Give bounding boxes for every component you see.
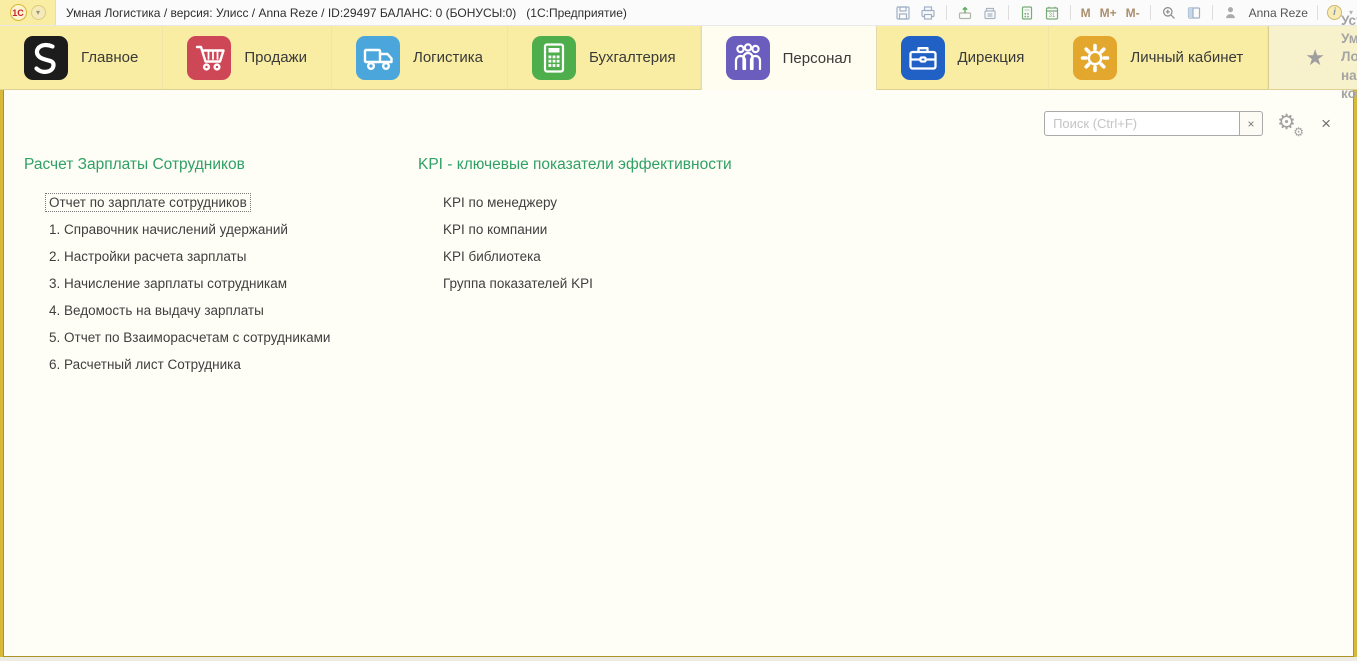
tab-label: Персонал xyxy=(782,49,852,67)
svg-text:31: 31 xyxy=(1048,13,1055,19)
tab-buhgalteriya[interactable]: Бухгалтерия xyxy=(508,26,701,89)
list-item: 3. Начисление зарплаты сотрудникам xyxy=(24,270,362,297)
tab-glavnoe[interactable]: Главное xyxy=(0,26,164,89)
main-menu-dropdown[interactable]: ▾ xyxy=(30,5,46,20)
tab-label: Логистика xyxy=(412,49,483,66)
star-icon: ★ xyxy=(1305,44,1325,70)
module-ribbon: Главное Продажи Логистика Бухгалтерия Пе… xyxy=(0,13,1357,101)
menu-list: Отчет по зарплате сотрудников 1. Справоч… xyxy=(24,189,362,378)
save-icon[interactable] xyxy=(894,4,912,22)
search-input[interactable] xyxy=(1044,111,1241,136)
tab-prodazhi[interactable]: Продажи xyxy=(163,26,332,89)
list-item: Отчет по зарплате сотрудников xyxy=(24,189,362,216)
chevron-down-icon: ▾ xyxy=(35,8,40,17)
memory-m-button[interactable]: M xyxy=(1080,6,1092,20)
search-box: × xyxy=(1044,111,1264,136)
window-bottom-edge xyxy=(0,657,1357,661)
1c-logo[interactable]: 1С xyxy=(9,4,27,21)
title-bar: 1С ▾ Умная Логистика / версия: Улисс / A… xyxy=(0,0,1357,26)
search-clear-button[interactable]: × xyxy=(1240,111,1264,136)
list-item: 4. Ведомость на выдачу зарплаты xyxy=(24,297,362,324)
menu-link-salary-accrual[interactable]: 3. Начисление зарплаты сотрудникам xyxy=(49,276,287,291)
list-item: KPI библиотека xyxy=(418,243,732,270)
menu-link-kpi-group[interactable]: Группа показателей KPI xyxy=(443,276,593,291)
list-item: 2. Настройки расчета зарплаты xyxy=(24,243,362,270)
current-user-label[interactable]: Anna Reze xyxy=(1249,6,1308,20)
panel-close-button[interactable]: × xyxy=(1317,114,1335,134)
people-group-icon xyxy=(725,36,770,80)
list-item: 6. Расчетный лист Сотрудника xyxy=(24,351,362,378)
menu-columns: Расчет Зарплаты Сотрудников Отчет по зар… xyxy=(4,136,1353,378)
menu-link-kpi-library[interactable]: KPI библиотека xyxy=(443,249,541,264)
tab-lichnyj-kabinet[interactable]: Личный кабинет xyxy=(1049,26,1269,89)
tab-label: Дирекция xyxy=(957,49,1025,66)
calculator-icon xyxy=(532,35,576,80)
clear-x-icon: × xyxy=(1247,116,1255,131)
list-item: Группа показателей KPI xyxy=(418,270,732,297)
tab-personal[interactable]: Персонал xyxy=(700,26,877,90)
list-item: KPI по компании xyxy=(418,216,732,243)
panel-toolbar: × ⚙ ⚙ × xyxy=(4,90,1353,139)
menu-list: KPI по менеджеру KPI по компании KPI биб… xyxy=(418,189,732,297)
gear-small-icon: ⚙ xyxy=(1293,124,1305,139)
tab-logistika[interactable]: Логистика xyxy=(332,26,508,89)
calculator-icon[interactable] xyxy=(1018,4,1036,22)
user-icon xyxy=(1222,4,1240,22)
function-menu-panel: × ⚙ ⚙ × Расчет Зарплаты Сотрудников Отче… xyxy=(3,90,1354,657)
menu-link-payslip[interactable]: 6. Расчетный лист Сотрудника xyxy=(49,357,241,372)
info-icon[interactable]: i xyxy=(1326,5,1342,20)
calendar-icon[interactable]: 31 xyxy=(1043,4,1061,22)
panel-settings-button[interactable]: ⚙ ⚙ xyxy=(1277,110,1305,139)
print-icon[interactable] xyxy=(919,4,937,22)
tab-label: Продажи xyxy=(244,49,307,66)
tab-direkciya[interactable]: Дирекция xyxy=(877,26,1050,89)
tab-label: Личный кабинет xyxy=(1130,49,1244,66)
divider xyxy=(1007,5,1009,20)
tab-label: Бухгалтерия xyxy=(589,49,676,66)
divider xyxy=(1316,5,1318,20)
install-app-label: Установить Умную Логистику на компьютер xyxy=(1340,12,1357,101)
divider xyxy=(1069,5,1071,20)
titlebar-toolbar: 31 M M+ M- Anna Reze i ▾ xyxy=(894,4,1357,22)
window-frame: × ⚙ ⚙ × Расчет Зарплаты Сотрудников Отче… xyxy=(0,90,1357,657)
section-title: Расчет Зарплаты Сотрудников xyxy=(24,156,245,173)
window-title: Умная Логистика / версия: Улисс / Anna R… xyxy=(66,5,627,20)
split-panels-icon[interactable] xyxy=(1185,4,1203,22)
section-kpi: KPI - ключевые показатели эффективности … xyxy=(418,156,732,297)
section-title: KPI - ключевые показатели эффективности xyxy=(418,156,732,173)
menu-link-kpi-company[interactable]: KPI по компании xyxy=(443,222,547,237)
list-item: KPI по менеджеру xyxy=(418,189,732,216)
menu-link-accruals-directory[interactable]: 1. Справочник начислений удержаний xyxy=(49,222,288,237)
menu-link-payout-sheet[interactable]: 4. Ведомость на выдачу зарплаты xyxy=(49,303,264,318)
tab-label: Главное xyxy=(81,49,139,66)
zoom-icon[interactable] xyxy=(1160,4,1178,22)
menu-link-settlements-report[interactable]: 5. Отчет по Взаиморасчетам с сотрудникам… xyxy=(49,330,330,345)
divider xyxy=(1211,5,1213,20)
print-export-icon[interactable] xyxy=(956,4,974,22)
menu-link-salary-settings[interactable]: 2. Настройки расчета зарплаты xyxy=(49,249,246,264)
menu-link-salary-report[interactable]: Отчет по зарплате сотрудников xyxy=(45,193,251,212)
divider xyxy=(945,5,947,20)
briefcase-icon xyxy=(900,35,945,80)
list-item: 1. Справочник начислений удержаний xyxy=(24,216,362,243)
logo-squiggle-icon xyxy=(24,35,68,80)
system-menu-area: 1С ▾ xyxy=(0,0,56,25)
gear-icon xyxy=(1073,35,1118,80)
truck-icon xyxy=(355,35,400,80)
memory-m-plus-button[interactable]: M+ xyxy=(1099,6,1118,20)
menu-link-kpi-manager[interactable]: KPI по менеджеру xyxy=(443,195,557,210)
shopping-cart-icon xyxy=(187,35,232,80)
list-item: 5. Отчет по Взаиморасчетам с сотрудникам… xyxy=(24,324,362,351)
print-preview-icon[interactable] xyxy=(981,4,999,22)
memory-m-minus-button[interactable]: M- xyxy=(1125,6,1141,20)
app-window: 1С ▾ Умная Логистика / версия: Улисс / A… xyxy=(0,0,1357,661)
close-icon: × xyxy=(1321,113,1331,133)
divider xyxy=(1149,5,1151,20)
section-salary: Расчет Зарплаты Сотрудников Отчет по зар… xyxy=(24,156,362,378)
install-app-button[interactable]: ★ Установить Умную Логистику на компьюте… xyxy=(1268,13,1357,101)
